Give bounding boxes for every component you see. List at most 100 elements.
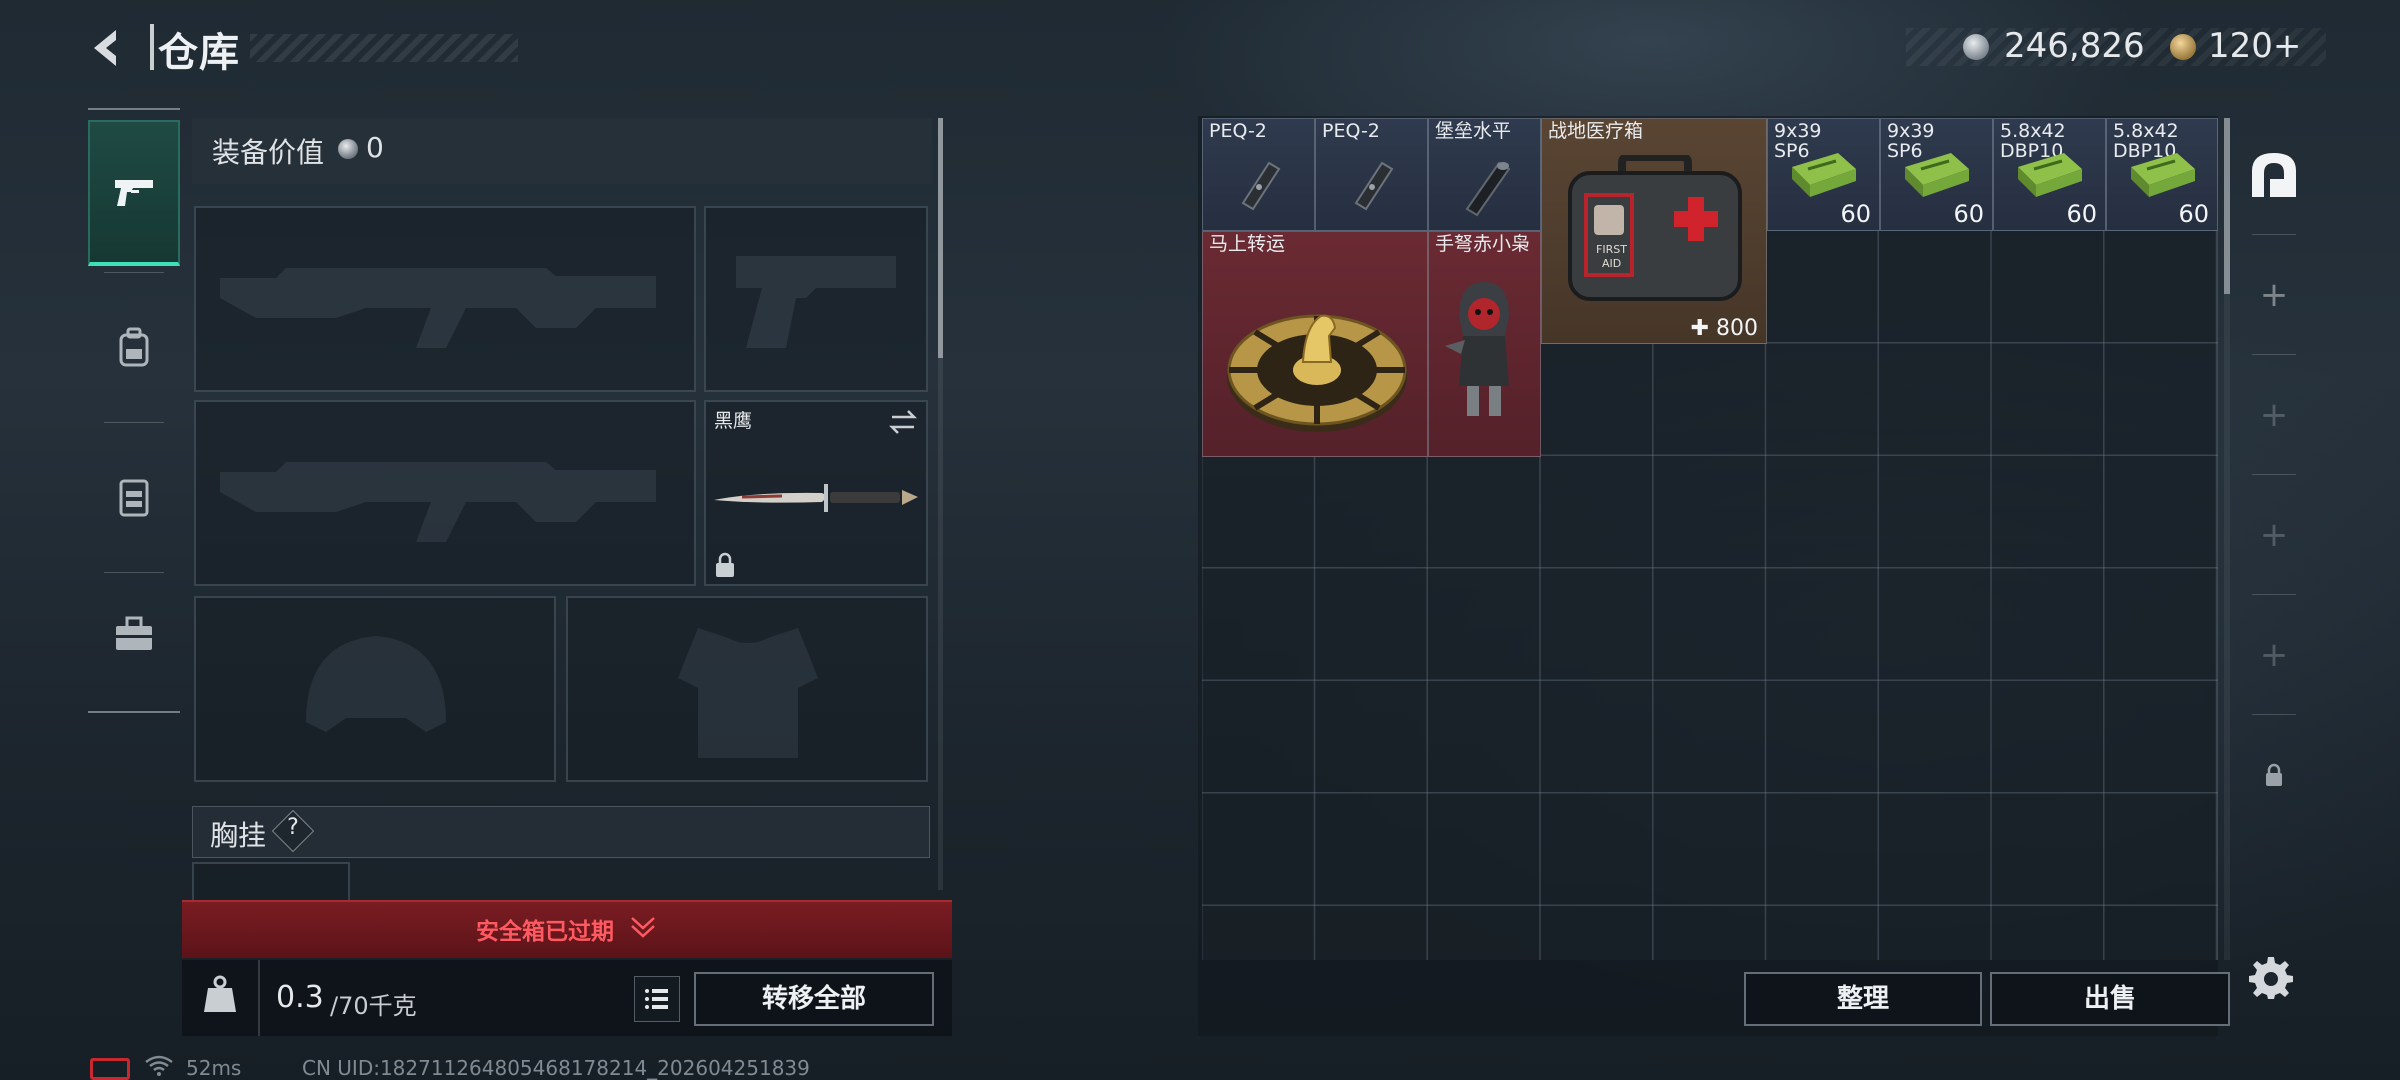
lock-icon [716, 552, 734, 577]
rifle-silhouette-icon [220, 462, 656, 542]
stash-item-peq2[interactable]: PEQ-2 [1202, 118, 1315, 231]
stash-tab-locked[interactable] [2234, 716, 2314, 834]
rail-tab-backpack[interactable] [88, 274, 180, 420]
pistol-icon [115, 180, 153, 206]
item-name: 堡垒水平 [1435, 120, 1512, 142]
stash-home-icon [2252, 153, 2296, 197]
ping-readout: 52ms [186, 1056, 242, 1080]
chevron-down-icon[interactable] [628, 912, 658, 942]
title-separator [150, 24, 154, 70]
chest-rig-label: 胸挂 [210, 819, 267, 852]
lock-icon [2266, 763, 2282, 786]
sell-button[interactable]: 出售 [1990, 972, 2230, 1026]
page-title: 仓库 [158, 30, 240, 76]
swap-icon[interactable] [888, 408, 918, 436]
plus-icon: + [2259, 395, 2289, 435]
stash-item-ammo[interactable]: 5.8x42 DBP10 60 [2106, 118, 2218, 231]
primary-weapon-slot[interactable] [194, 206, 696, 392]
body-armor-silhouette-icon [678, 628, 818, 758]
back-arrow-icon [94, 30, 116, 66]
melee-weapon-name: 黑鹰 [714, 410, 753, 432]
rail-divider [2252, 234, 2296, 235]
loadout-scrollbar-thumb[interactable] [938, 118, 943, 358]
add-gold-button[interactable]: + [2273, 26, 2302, 66]
gear-icon [2249, 957, 2293, 999]
gold-currency-amount[interactable]: 120+ [2208, 26, 2301, 66]
item-count: 60 [2178, 200, 2209, 228]
hooded-figure-icon [1445, 282, 1509, 416]
stash-item-first-aid-kit[interactable]: 战地医疗箱 FIRST AID ✚ 800 [1541, 118, 1767, 344]
pistol-silhouette-icon [736, 256, 896, 348]
rail-tab-vest[interactable] [88, 424, 180, 570]
weight-max: /70千克 [330, 992, 417, 1020]
item-name: PEQ-2 [1322, 120, 1380, 142]
device-status-icon [90, 1058, 130, 1080]
rail-divider [2252, 354, 2296, 355]
safebox-status-text: 安全箱已过期 [476, 919, 614, 945]
stash-item-ammo[interactable]: 9x39 SP6 60 [1767, 118, 1880, 231]
item-count: 60 [1953, 200, 1984, 228]
item-count: 60 [1840, 200, 1871, 228]
sort-button[interactable]: 整理 [1744, 972, 1982, 1026]
rail-divider [104, 422, 164, 423]
vest-icon [119, 479, 149, 517]
armor-slot[interactable] [566, 596, 928, 782]
stash-item-figure[interactable]: 手弩赤小枭 [1428, 231, 1541, 457]
rail-divider [2252, 594, 2296, 595]
stash-tab-add-2[interactable]: + [2234, 356, 2314, 474]
helmet-slot[interactable] [194, 596, 556, 782]
chest-rig-slot[interactable] [192, 862, 350, 902]
ammo-box-icon [2131, 153, 2195, 197]
settings-button[interactable] [2248, 954, 2294, 1000]
toolbox-icon [116, 616, 152, 650]
help-icon-text: ? [287, 815, 299, 840]
stash-tab-add-4[interactable]: + [2234, 596, 2314, 714]
plus-icon: + [2259, 635, 2289, 675]
silver-coin-icon [1963, 34, 1989, 60]
ammo-box-icon [1905, 153, 1969, 197]
stash-item-ammo[interactable]: 5.8x42 DBP10 60 [1993, 118, 2106, 231]
gold-coin-icon [2170, 34, 2196, 60]
rail-divider [104, 572, 164, 573]
weight-icon [204, 975, 236, 1012]
stash-tab-rail: + + + + [2234, 116, 2314, 836]
stash-tab-add-1[interactable]: + [2234, 236, 2314, 354]
stash-tab-add-3[interactable]: + [2234, 476, 2314, 594]
stash-item-ammo[interactable]: 9x39 SP6 60 [1880, 118, 1993, 231]
backpack-icon [119, 327, 149, 367]
primary-weapon-slot-2[interactable] [194, 400, 696, 586]
golden-horse-disc-icon [1227, 314, 1407, 432]
plus-icon: + [2259, 275, 2289, 315]
first-aid-label-line1: FIRST [1596, 243, 1627, 256]
item-name: 手弩赤小枭 [1435, 233, 1531, 255]
stash-item-scope[interactable]: 堡垒水平 [1428, 118, 1541, 231]
stash-tab-main[interactable] [2234, 116, 2314, 234]
stash-item-golden-disc[interactable]: 马上转运 [1202, 231, 1428, 457]
equipment-value-label: 装备价值 [212, 136, 325, 169]
item-name: PEQ-2 [1209, 120, 1267, 142]
helmet-silhouette-icon [306, 636, 446, 732]
stash-item-peq2[interactable]: PEQ-2 [1315, 118, 1428, 231]
gold-amount-value: 120 [2208, 26, 2273, 66]
rail-divider [2252, 714, 2296, 715]
melee-weapon-slot[interactable]: 黑鹰 [704, 400, 928, 586]
plus-icon: + [2259, 515, 2289, 555]
laser-sight-icon [1354, 161, 1394, 211]
laser-sight-icon [1241, 161, 1281, 211]
category-rail [88, 108, 180, 713]
equipment-value-amount: 0 [366, 131, 384, 164]
transfer-all-button[interactable]: 转移全部 [694, 972, 934, 1026]
rail-tab-toolbox[interactable] [88, 574, 180, 694]
rifle-silhouette-icon [220, 268, 656, 348]
combat-knife-icon [714, 484, 918, 512]
item-name: 马上转运 [1209, 233, 1286, 255]
list-view-button[interactable] [634, 976, 680, 1022]
stash-scrollbar-thumb[interactable] [2224, 118, 2230, 294]
title-stripe-decoration [250, 34, 518, 62]
ammo-box-icon [1792, 153, 1856, 197]
rail-tab-weapons[interactable] [88, 120, 180, 266]
back-button[interactable] [86, 26, 130, 70]
weight-current: 0.3 [276, 980, 324, 1015]
first-aid-label-line2: AID [1602, 257, 1621, 270]
secondary-weapon-slot[interactable] [704, 206, 928, 392]
